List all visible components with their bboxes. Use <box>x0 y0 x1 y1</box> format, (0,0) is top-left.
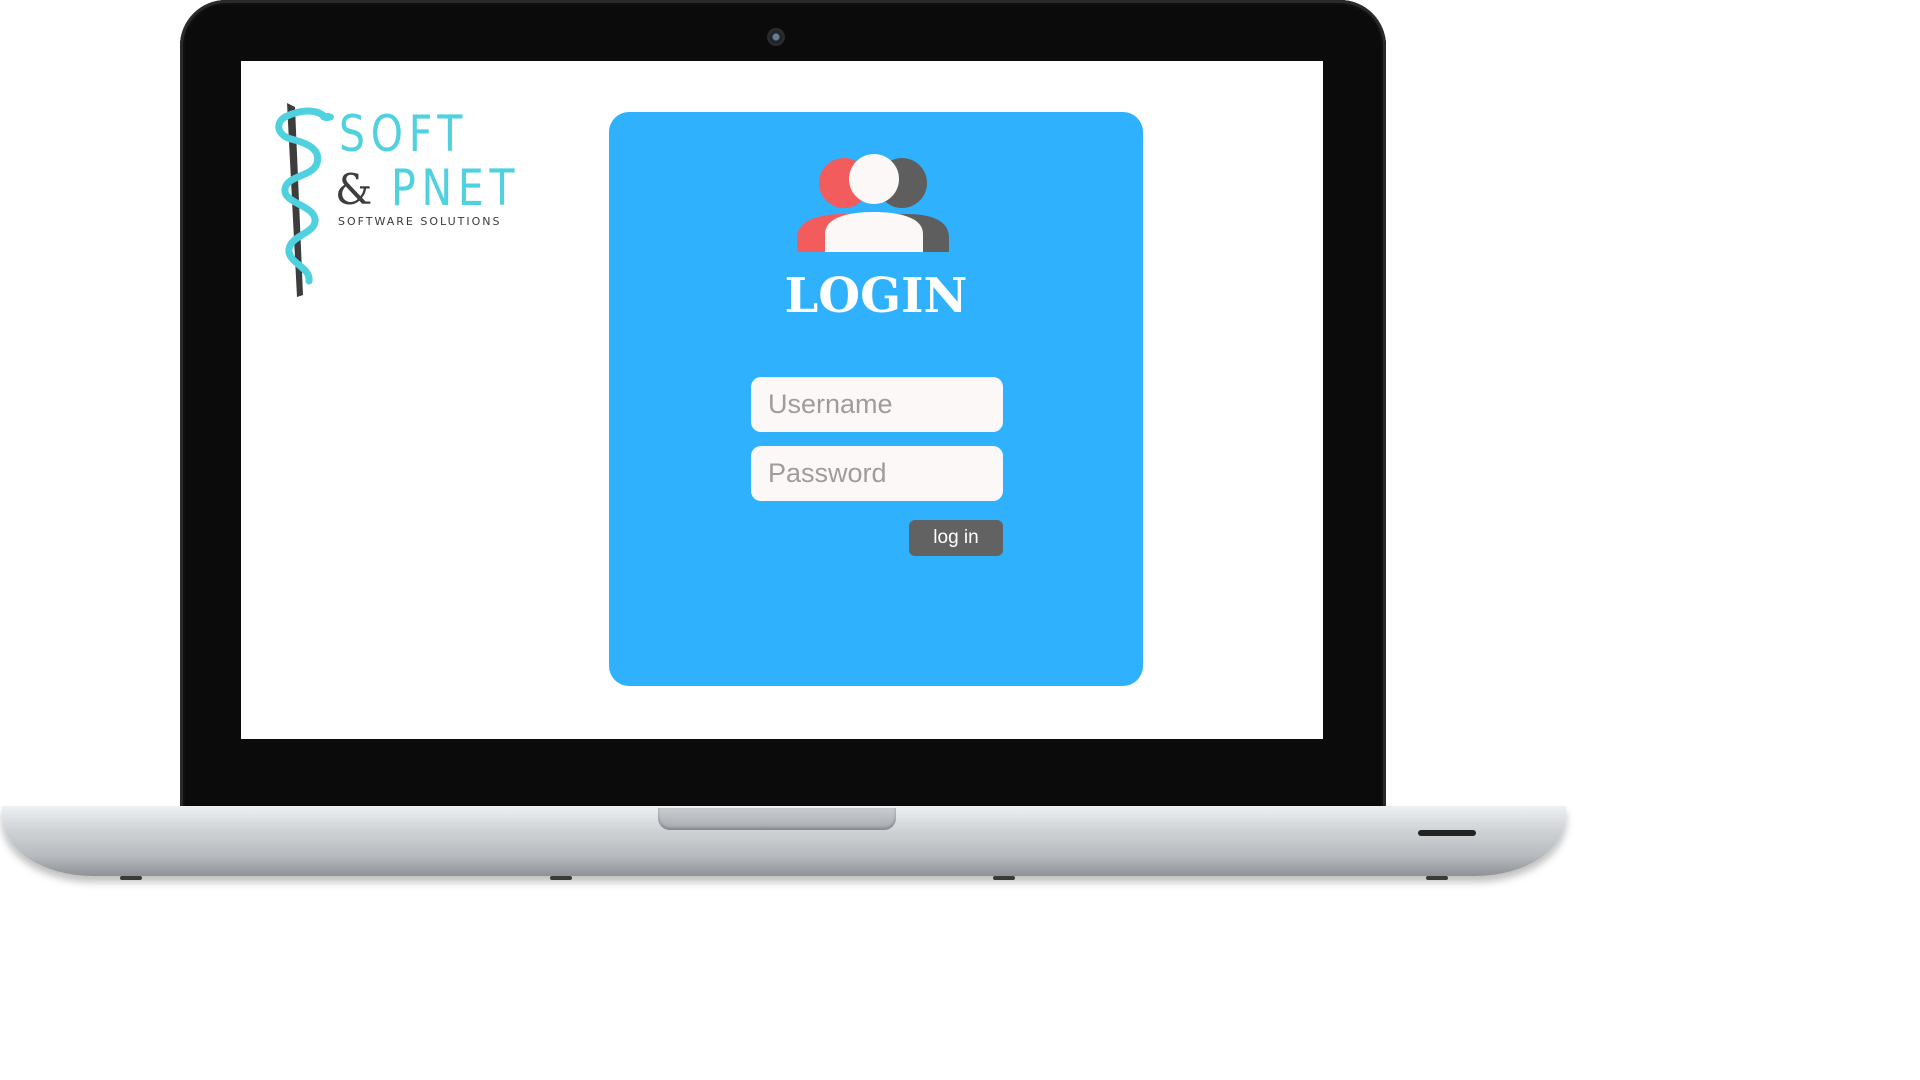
logo-ampersand: & <box>335 165 373 214</box>
login-button[interactable]: log in <box>909 520 1003 556</box>
login-title: LOGIN <box>784 268 968 324</box>
caduceus-icon <box>275 103 334 297</box>
logo-tagline: SOFTWARE SOLUTIONS <box>338 215 502 228</box>
laptop-mockup: SOFT & PNET SOFTWARE SOLUTIONS LOGIN log… <box>0 0 1568 882</box>
login-card: LOGIN log in <box>609 112 1143 686</box>
laptop-lid-notch <box>658 808 896 830</box>
users-icon <box>797 154 949 252</box>
laptop-foot <box>550 876 572 880</box>
username-input[interactable] <box>751 377 1003 432</box>
laptop-foot <box>120 876 142 880</box>
screen: SOFT & PNET SOFTWARE SOLUTIONS LOGIN log… <box>241 61 1323 739</box>
laptop-foot <box>993 876 1015 880</box>
laptop-foot <box>1426 876 1448 880</box>
laptop-slot <box>1418 830 1476 836</box>
logo-text-pnet: PNET <box>391 159 521 217</box>
password-input[interactable] <box>751 446 1003 501</box>
company-logo: SOFT & PNET SOFTWARE SOLUTIONS <box>271 99 515 299</box>
logo-text-soft: SOFT <box>339 105 469 163</box>
webcam-icon <box>767 28 785 46</box>
